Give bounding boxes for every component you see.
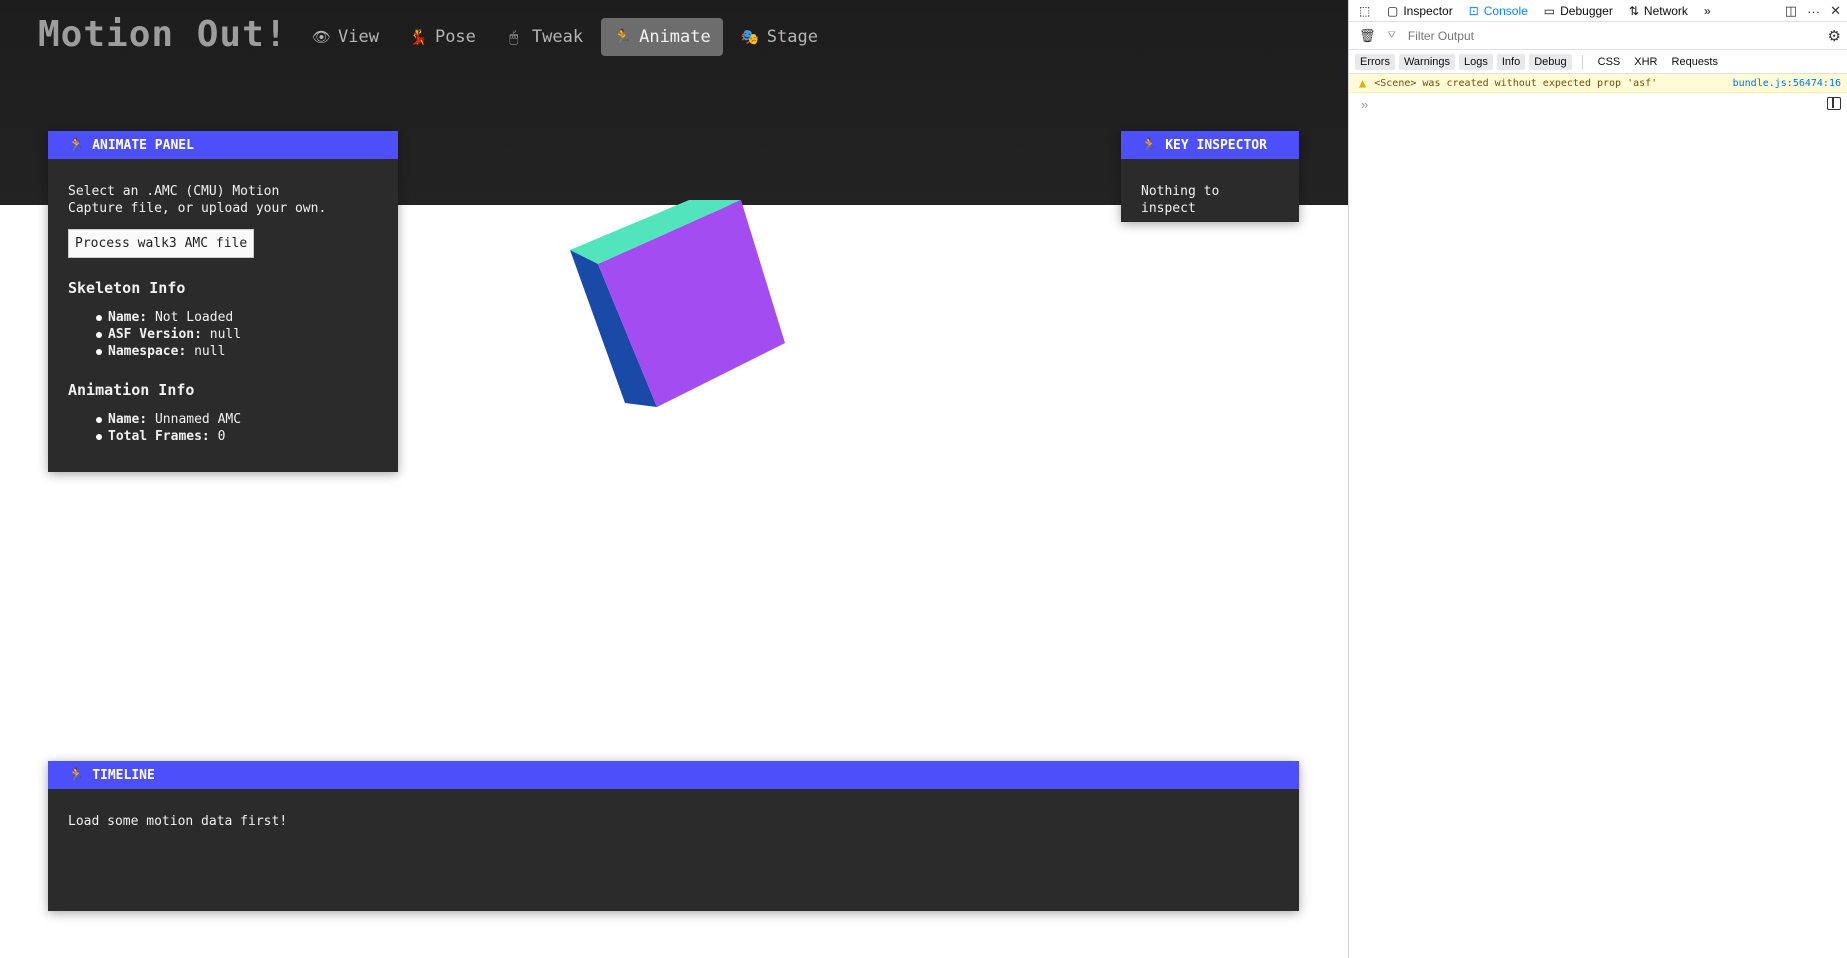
animate-panel: 🏃 ANIMATE PANEL Select an .AMC (CMU) Mot… — [48, 131, 398, 472]
filter-xhr[interactable]: XHR — [1629, 54, 1662, 70]
nav-label: Tweak — [531, 27, 584, 47]
element-picker-icon[interactable]: ⬚ — [1355, 0, 1379, 22]
tab-debugger[interactable]: ▭ Debugger — [1536, 0, 1621, 22]
runner-icon: 🏃 — [613, 28, 632, 46]
timeline-header: 🏃 TIMELINE — [48, 761, 1299, 789]
inspector-icon: ▢ — [1387, 3, 1399, 18]
warning-text: <Scene> was created without expected pro… — [1374, 77, 1658, 89]
nav-label: Animate — [639, 27, 711, 47]
close-icon[interactable]: ✕ — [1830, 3, 1841, 19]
warning-icon: ▲ — [1359, 76, 1367, 90]
eye-icon: 👁 — [312, 28, 332, 46]
runner-icon: 🏃 — [68, 137, 85, 153]
panel-title: KEY INSPECTOR — [1165, 137, 1267, 153]
mouse-icon: 🖱 — [509, 28, 519, 46]
overflow-menu-icon[interactable]: ··· — [1807, 4, 1820, 19]
filter-requests[interactable]: Requests — [1667, 54, 1723, 70]
skeleton-info-list: Name: Not Loaded ASF Version: null Names… — [68, 309, 378, 360]
filter-info[interactable]: Info — [1496, 53, 1526, 70]
tab-console[interactable]: ⊡ Console — [1461, 0, 1536, 22]
nav-pose[interactable]: 💃 Pose — [397, 18, 488, 56]
devtools-window-controls: ◫ ··· ✕ — [1785, 0, 1841, 22]
animation-info-heading: Animation Info — [68, 381, 195, 399]
list-item: Name: Not Loaded — [96, 309, 378, 326]
list-item: ASF Version: null — [96, 326, 378, 343]
console-icon: ⊡ — [1468, 3, 1479, 18]
app-title: Motion Out! — [38, 14, 288, 55]
nav-animate[interactable]: 🏃 Animate — [601, 18, 723, 56]
process-amc-button[interactable]: Process walk3 AMC file — [68, 229, 255, 258]
runner-icon: 🏃 — [68, 767, 85, 783]
nav-label: Pose — [434, 27, 476, 47]
warning-source-link[interactable]: bundle.js:56474:16 — [1733, 78, 1841, 89]
tab-inspector[interactable]: ▢ Inspector — [1379, 0, 1461, 22]
nav-label: Stage — [766, 27, 818, 47]
trash-icon[interactable]: 🗑 — [1359, 28, 1376, 44]
tab-network[interactable]: ⇅ Network — [1621, 0, 1696, 22]
panel-description: Select an .AMC (CMU) Motion Capture file… — [68, 184, 327, 216]
filter-output-input[interactable] — [1407, 28, 1808, 43]
animation-info-list: Name: Unnamed AMC Total Frames: 0 — [68, 411, 378, 445]
nav-stage[interactable]: 🎭 Stage — [729, 18, 830, 56]
list-item: Namespace: null — [96, 343, 378, 360]
nav-label: View — [338, 27, 379, 47]
more-tabs-icon[interactable]: » — [1696, 0, 1719, 22]
filter-warnings[interactable]: Warnings — [1398, 53, 1456, 70]
dock-icon[interactable]: ◫ — [1785, 3, 1797, 19]
list-item: Name: Unnamed AMC — [96, 411, 378, 428]
network-icon: ⇅ — [1628, 3, 1639, 18]
runner-icon: 🏃 — [1141, 137, 1158, 153]
key-inspector-panel: 🏃 KEY INSPECTOR Nothing to inspect — [1121, 131, 1299, 222]
dancer-icon: 💃 — [408, 28, 428, 46]
app-area: Motion Out! 👁 View 💃 Pose 🖱 Tweak 🏃 Anim… — [0, 0, 1348, 958]
devtools-pane: ⬚ ▢ Inspector ⊡ Console ▭ Debugger ⇅ Network… — [1348, 0, 1847, 958]
panel-title: ANIMATE PANEL — [92, 137, 194, 153]
list-item: Total Frames: 0 — [96, 428, 378, 445]
cube-3d-view[interactable] — [565, 195, 790, 410]
filter-logs[interactable]: Logs — [1459, 53, 1493, 70]
panel-title: TIMELINE — [92, 767, 155, 783]
devtools-toolbar: ⬚ ▢ Inspector ⊡ Console ▭ Debugger ⇅ Network… — [1349, 0, 1847, 22]
theater-masks-icon: 🎭 — [740, 28, 760, 46]
console-input-row[interactable]: » — [1349, 93, 1847, 115]
animate-panel-body: Select an .AMC (CMU) Motion Capture file… — [48, 159, 398, 465]
debugger-icon: ▭ — [1543, 3, 1556, 18]
filter-errors[interactable]: Errors — [1355, 53, 1395, 70]
timeline-panel: 🏃 TIMELINE Load some motion data first! — [48, 761, 1299, 911]
filter-css[interactable]: CSS — [1593, 54, 1626, 70]
filter-icon: ⛛ — [1387, 30, 1396, 41]
gear-icon[interactable]: ⚙ — [1828, 27, 1841, 45]
console-warning-message[interactable]: ▲ <Scene> was created without expected p… — [1349, 74, 1847, 93]
skeleton-info-heading: Skeleton Info — [68, 279, 186, 297]
nav-tweak[interactable]: 🖱 Tweak — [494, 18, 595, 56]
divider — [1581, 54, 1583, 69]
console-filter-bar: 🗑 ⛛ ⚙ — [1349, 22, 1847, 50]
nav-view[interactable]: 👁 View — [300, 18, 391, 56]
animate-panel-header: 🏃 ANIMATE PANEL — [48, 131, 398, 159]
prompt-chevron-icon: » — [1361, 96, 1369, 112]
key-inspector-header: 🏃 KEY INSPECTOR — [1121, 131, 1299, 159]
split-console-icon[interactable] — [1827, 97, 1841, 110]
timeline-body: Load some motion data first! — [68, 814, 288, 829]
key-inspector-body: Nothing to inspect — [1141, 184, 1220, 216]
main-nav: 👁 View 💃 Pose 🖱 Tweak 🏃 Animate 🎭 Stage — [300, 18, 830, 56]
filter-debug[interactable]: Debug — [1529, 53, 1572, 70]
console-category-filters: Errors Warnings Logs Info Debug CSS XHR … — [1349, 50, 1847, 74]
